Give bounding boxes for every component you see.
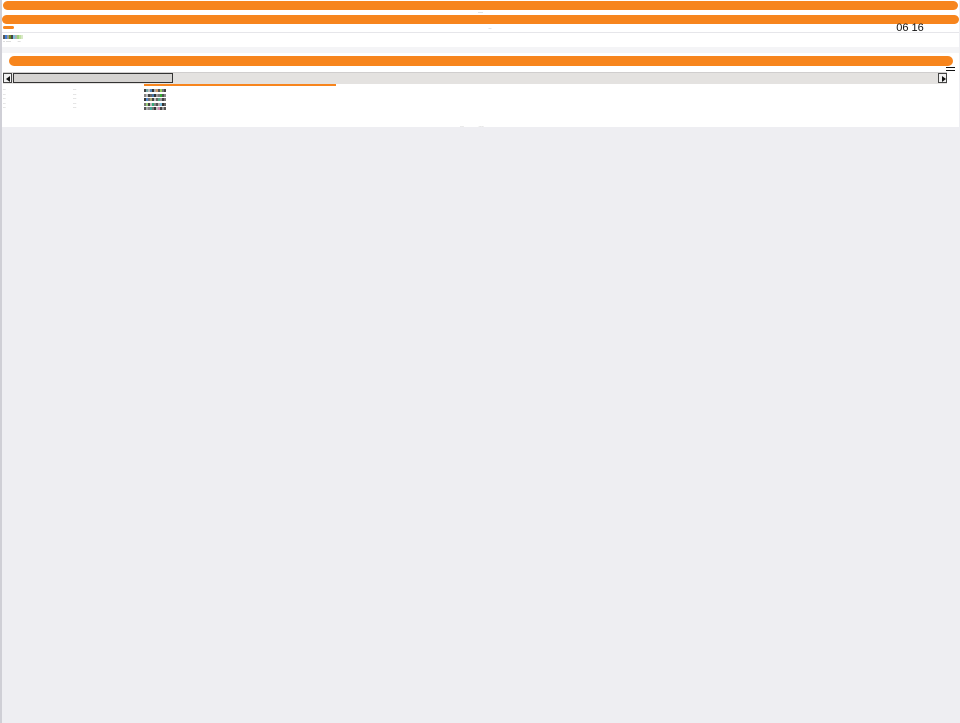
toolbar-bar: [9, 56, 953, 66]
row-swatches: [144, 93, 166, 97]
header-bar: [2, 15, 959, 24]
triangle-left-icon: [6, 76, 10, 82]
clock-display: 06 16: [896, 22, 924, 34]
data-list: ---- ----- ---- ----- ---- ----- ---- ----- ----…: [3, 89, 303, 112]
row-label: ----: [3, 93, 6, 96]
row-value: -----: [73, 89, 77, 91]
triangle-right-icon: [942, 76, 946, 82]
divider: [2, 32, 959, 33]
scroll-left-button[interactable]: [3, 73, 12, 83]
row-label: ----: [3, 98, 6, 100]
row-swatches: [144, 89, 166, 92]
meta-info: -- ----- ---: [3, 40, 27, 43]
progress-bar: [144, 84, 336, 86]
footer: ------ --------: [460, 126, 498, 129]
color-swatch: [164, 93, 166, 97]
menu-icon[interactable]: [946, 67, 955, 73]
row-label: ----: [3, 102, 6, 105]
color-swatch: [164, 89, 166, 92]
page-subtitle: ---: [488, 26, 492, 30]
row-swatches: [144, 98, 166, 101]
list-item[interactable]: ---- -----: [3, 107, 303, 112]
scroll-right-button[interactable]: [938, 73, 947, 83]
meta-right: ---: [17, 39, 21, 43]
row-swatches: [144, 107, 166, 110]
scrollbar-thumb[interactable]: [13, 73, 173, 83]
color-swatch: [164, 98, 166, 101]
row-swatches: [144, 102, 166, 106]
horizontal-scrollbar[interactable]: [3, 72, 947, 84]
row-value: -----: [73, 107, 77, 109]
progress-fill: [144, 84, 336, 86]
color-swatch: [164, 102, 166, 106]
page-title: -----: [478, 10, 483, 14]
row-value: -----: [73, 98, 77, 100]
row-value: -----: [73, 102, 77, 105]
footer-right-link[interactable]: --------: [479, 126, 484, 128]
meta-left: -- -----: [3, 39, 11, 43]
row-label: ----: [3, 89, 6, 91]
row-value: -----: [73, 93, 77, 96]
spacer-panel: [2, 47, 959, 53]
color-swatch: [164, 107, 166, 110]
footer-left-link[interactable]: ------: [460, 126, 464, 128]
row-label: ----: [3, 107, 6, 109]
top-banner-bar: [3, 1, 958, 10]
app-panel: ----- --- 06 16 -- ----- --- ---- ----- --…: [2, 0, 959, 127]
color-swatch: [21, 35, 23, 39]
